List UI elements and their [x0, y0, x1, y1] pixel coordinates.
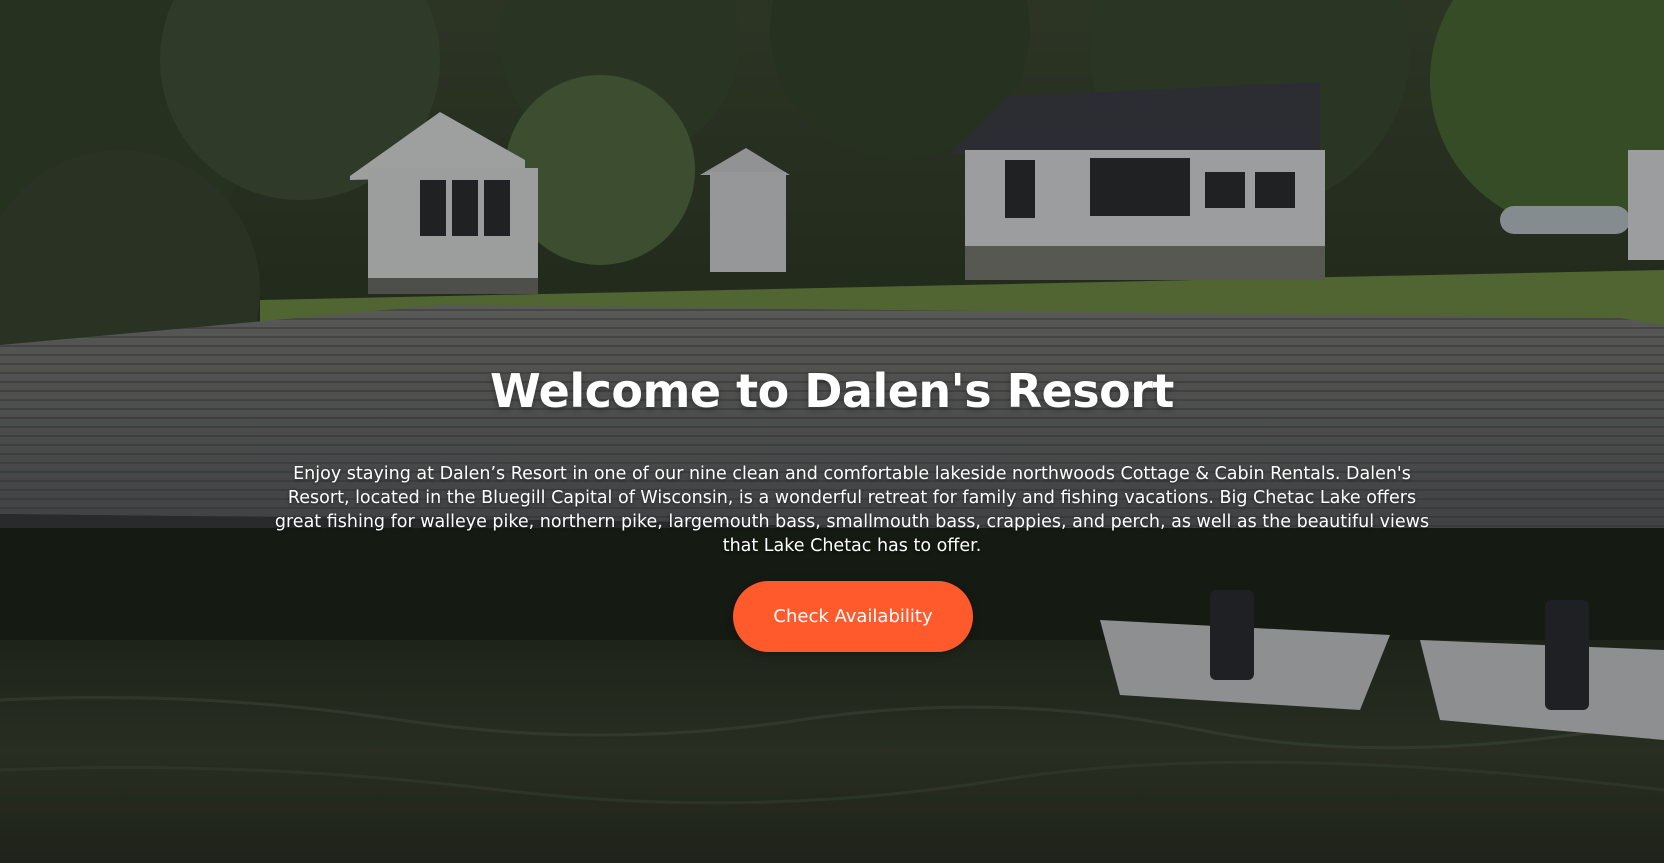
hero-description: Enjoy staying at Dalen’s Resort in one o…	[274, 464, 1430, 556]
hero-title: Welcome to Dalen's Resort	[490, 364, 1174, 418]
check-availability-button[interactable]: Check Availability	[733, 581, 973, 652]
hero-overlay	[0, 0, 1664, 863]
hero-section: Welcome to Dalen's Resort Enjoy staying …	[0, 0, 1664, 863]
